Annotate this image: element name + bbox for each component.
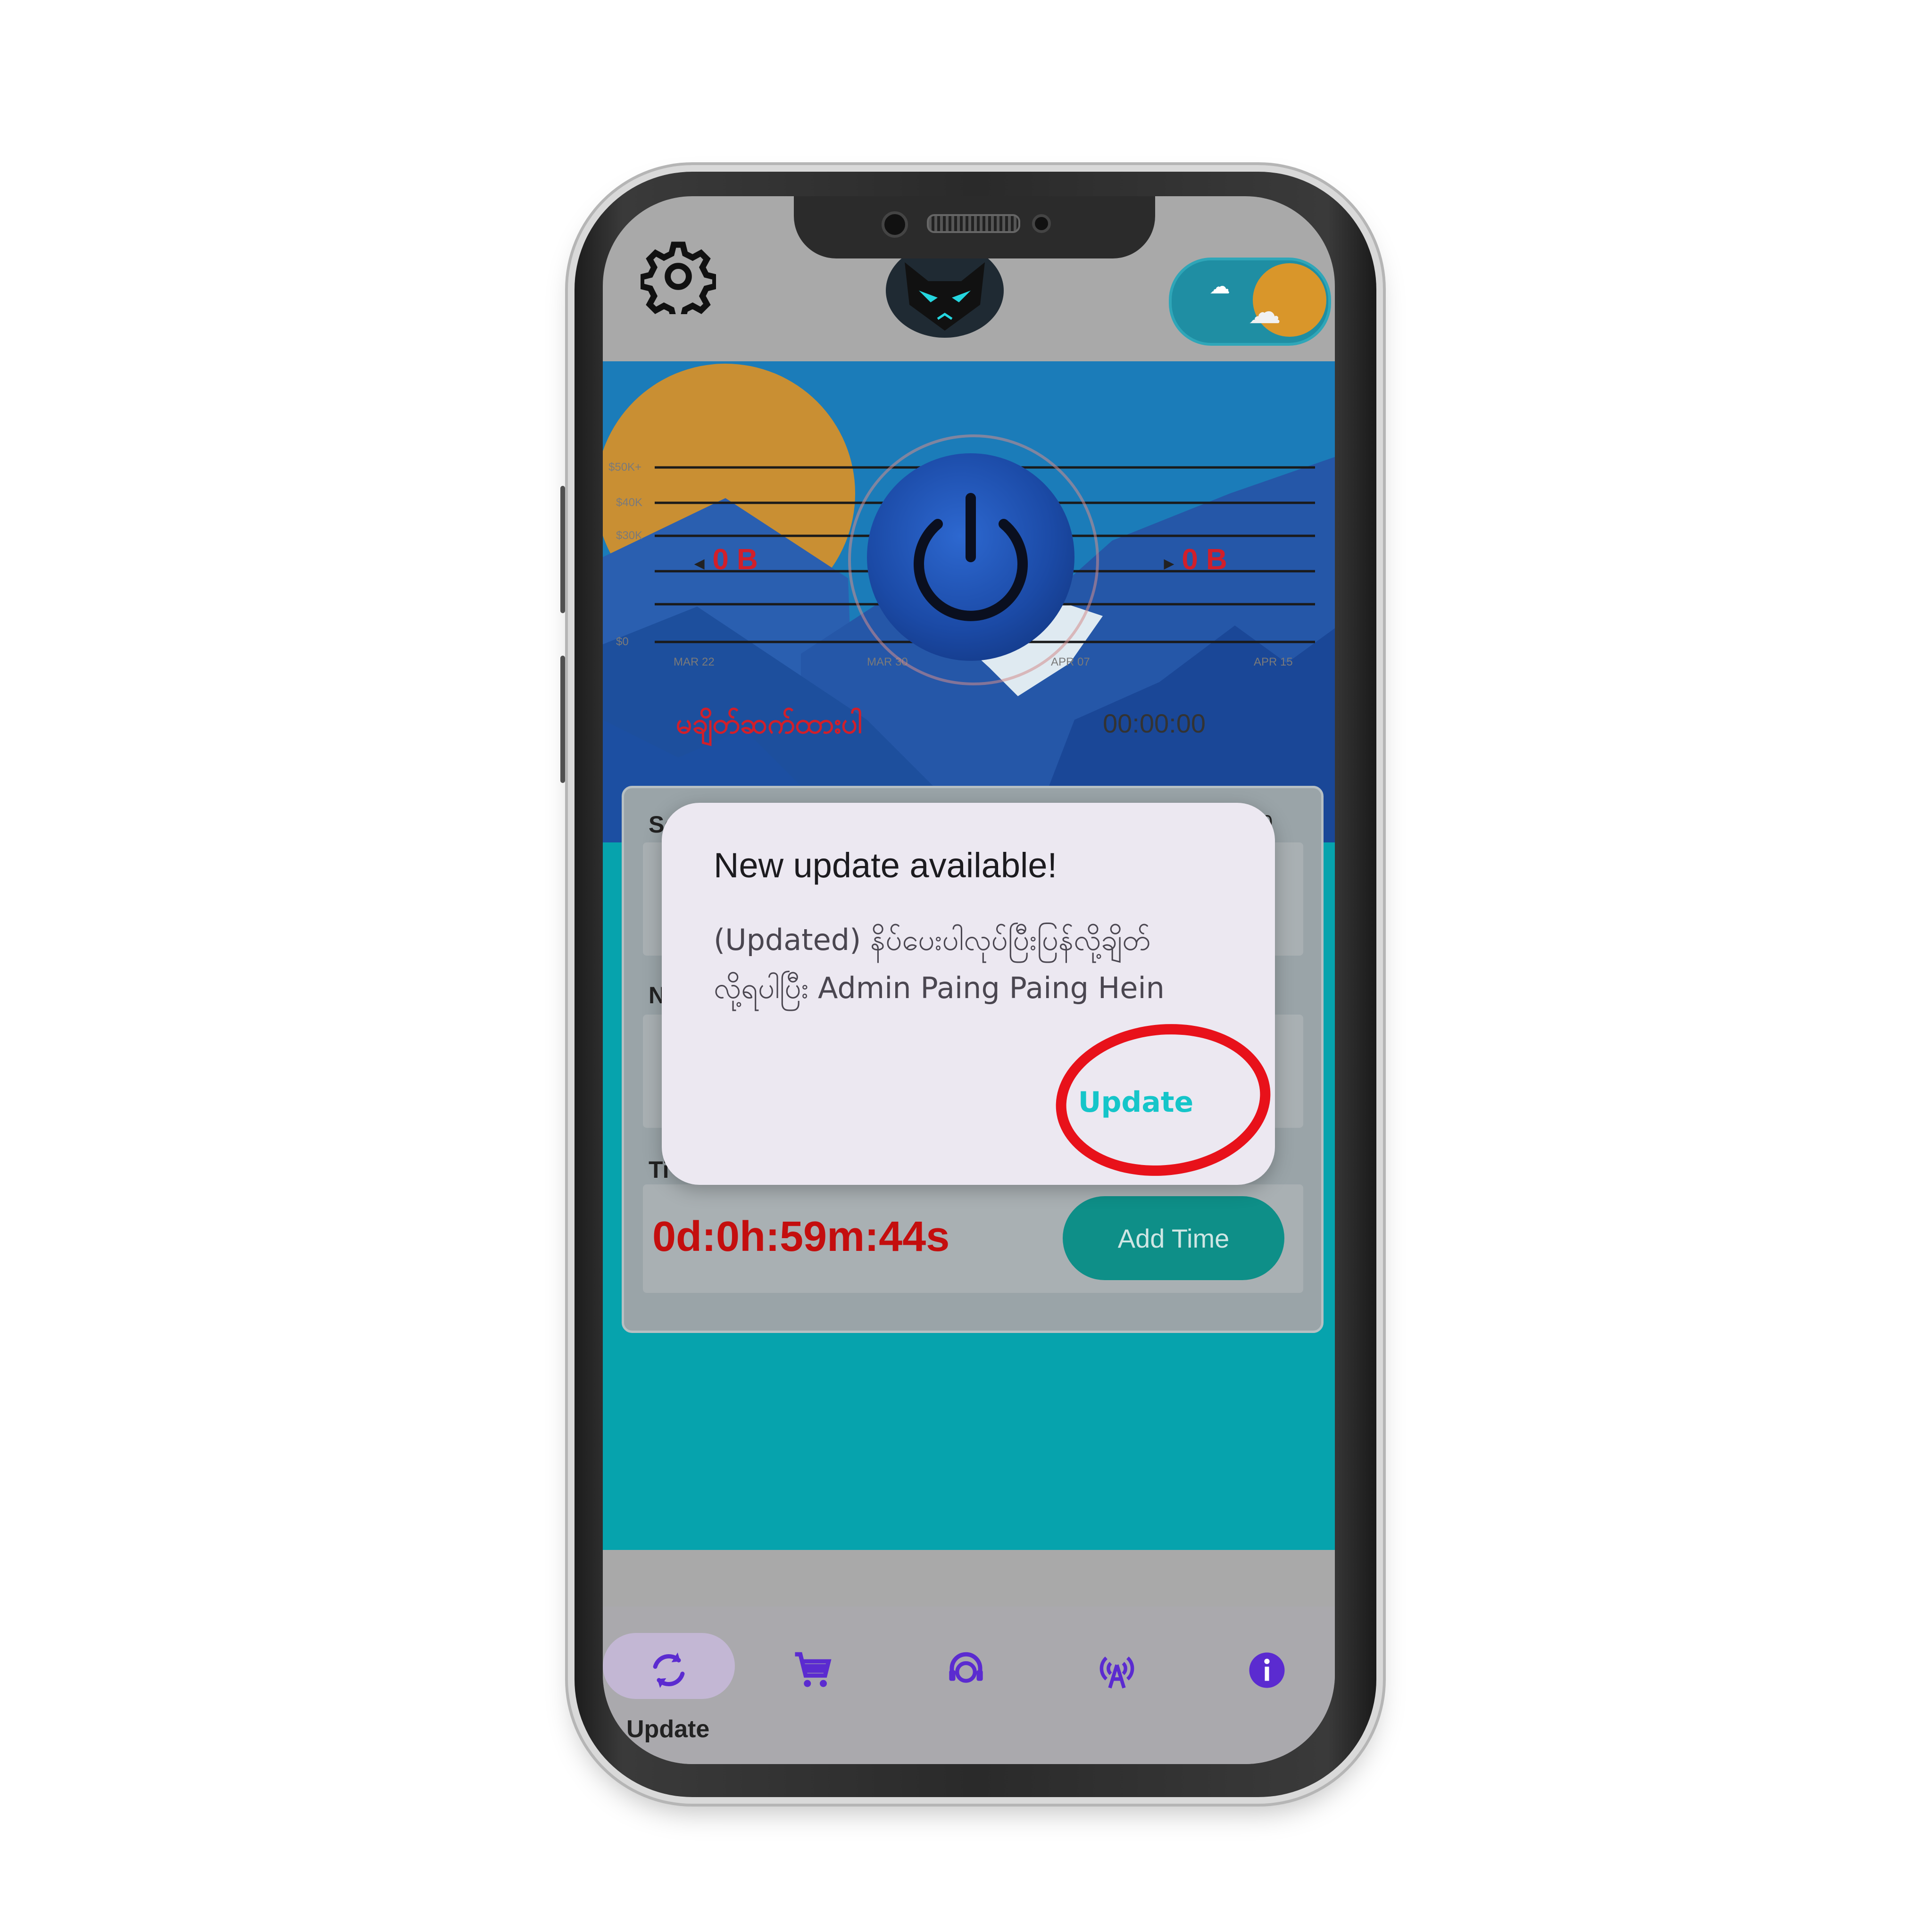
earpiece-speaker bbox=[927, 214, 1020, 233]
download-value: 0 B bbox=[712, 543, 758, 576]
phone-notch bbox=[794, 196, 1155, 258]
app-screen: $50K+ $40K $30K $0 MAR 22 MAR 30 APR 07 … bbox=[603, 196, 1335, 1764]
nav-item-update[interactable] bbox=[633, 1635, 704, 1706]
sensor bbox=[1032, 214, 1051, 233]
connection-status: မချိတ်ဆက်ထားပါ bbox=[676, 707, 863, 740]
hero-panel: $50K+ $40K $30K $0 MAR 22 MAR 30 APR 07 … bbox=[603, 361, 1335, 842]
nav-item-shop[interactable] bbox=[777, 1635, 848, 1706]
upload-indicator: ▸ 0 B bbox=[1164, 543, 1227, 576]
sun-knob: ☁ bbox=[1248, 263, 1326, 337]
add-time-button[interactable]: Add Time bbox=[1063, 1196, 1284, 1280]
svg-text:$30K: $30K bbox=[616, 529, 642, 542]
countdown-timer: 0d:0h:59m:44s bbox=[652, 1213, 950, 1260]
cart-icon bbox=[795, 1652, 832, 1687]
front-camera bbox=[882, 211, 908, 238]
svg-text:$40K: $40K bbox=[616, 496, 642, 509]
support-agent-icon bbox=[949, 1652, 983, 1683]
svg-text:$0: $0 bbox=[616, 635, 629, 648]
dialog-body-line-1: (Updated) နိပ်ပေးပါလုပ်ပြီးပြန်လို့ချိတ် bbox=[714, 923, 1151, 957]
download-arrow-icon: ◂ bbox=[695, 553, 705, 574]
download-indicator: ◂ 0 B bbox=[695, 543, 758, 576]
volume-down-button[interactable] bbox=[560, 656, 565, 783]
bottom-navigation: Update bbox=[603, 1607, 1335, 1764]
dialog-body: (Updated) နိပ်ပေးပါလုပ်ပြီးပြန်လို့ချိတ်… bbox=[714, 916, 1242, 1012]
connection-timer: 00:00:00 bbox=[1103, 708, 1206, 738]
volume-up-button[interactable] bbox=[560, 486, 565, 613]
info-icon bbox=[1249, 1652, 1285, 1688]
nav-item-servers[interactable] bbox=[1082, 1635, 1152, 1706]
upload-value: 0 B bbox=[1182, 543, 1227, 576]
gear-icon[interactable] bbox=[641, 239, 716, 314]
cloud-icon-on-sun: ☁ bbox=[1248, 293, 1281, 330]
svg-text:MAR 22: MAR 22 bbox=[674, 656, 715, 668]
nav-item-info[interactable] bbox=[1232, 1635, 1302, 1706]
broadcast-tower-icon bbox=[1099, 1656, 1134, 1689]
svg-text:APR 15: APR 15 bbox=[1254, 656, 1293, 668]
power-icon bbox=[914, 493, 1028, 621]
power-button[interactable] bbox=[867, 453, 1074, 661]
nav-item-support[interactable] bbox=[931, 1635, 1001, 1706]
cloud-icon: ☁ bbox=[1209, 275, 1230, 298]
refresh-icon bbox=[653, 1652, 685, 1688]
upload-arrow-icon: ▸ bbox=[1164, 553, 1174, 574]
svg-text:$50K+: $50K+ bbox=[608, 461, 641, 474]
theme-toggle[interactable]: ☁ ☁ bbox=[1169, 258, 1331, 346]
nav-item-update-label: Update bbox=[626, 1715, 710, 1743]
dialog-title: New update available! bbox=[714, 846, 1058, 885]
dialog-body-line-2: လို့ရပါပြီး Admin Paing Paing Hein bbox=[714, 971, 1165, 1005]
